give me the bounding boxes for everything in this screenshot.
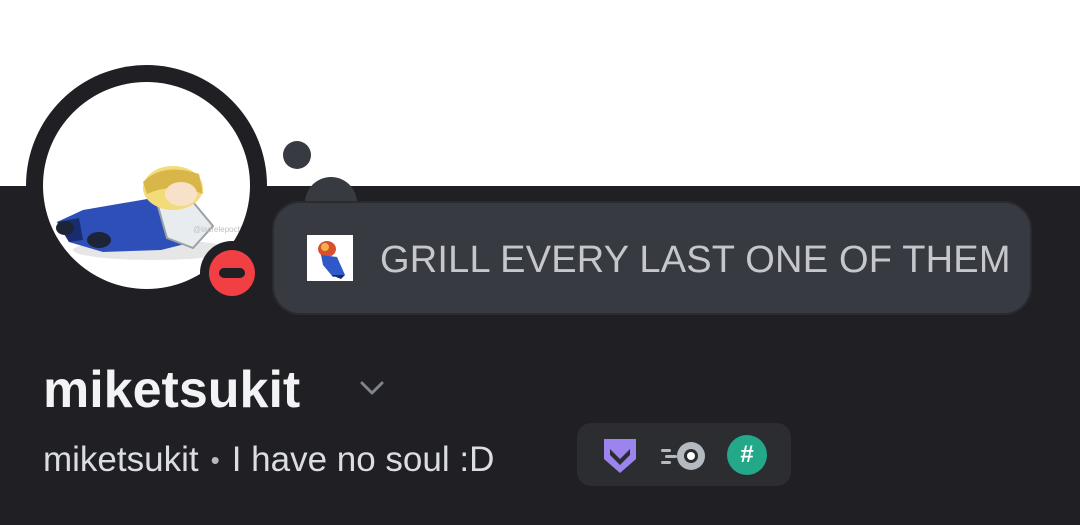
profile-subline: miketsukit • I have no soul :D (43, 439, 494, 481)
nitro-icon[interactable] (659, 437, 709, 475)
pronouns-text: I have no soul :D (231, 440, 495, 479)
custom-status-text: GRILL EVERY LAST ONE OF THEM (380, 239, 1011, 281)
badge-list: # (577, 423, 791, 486)
hash-icon[interactable]: # (727, 435, 767, 475)
dnd-status-icon (209, 250, 255, 296)
profile-screen: @lacrelepoch GRILL EVERY LAST ONE OF THE… (0, 0, 1080, 525)
separator-dot: • (210, 444, 220, 475)
custom-status-bubble[interactable]: GRILL EVERY LAST ONE OF THEM (274, 203, 1030, 313)
avatar-watermark: @lacrelepoch (193, 225, 242, 234)
username: miketsukit (43, 440, 199, 479)
hypesquad-bravery-icon[interactable] (601, 437, 639, 475)
chevron-down-icon[interactable] (356, 372, 388, 404)
display-name: miketsukit (43, 361, 301, 419)
custom-status-emoji (307, 235, 353, 281)
thought-bubble-dot-small (283, 141, 311, 169)
